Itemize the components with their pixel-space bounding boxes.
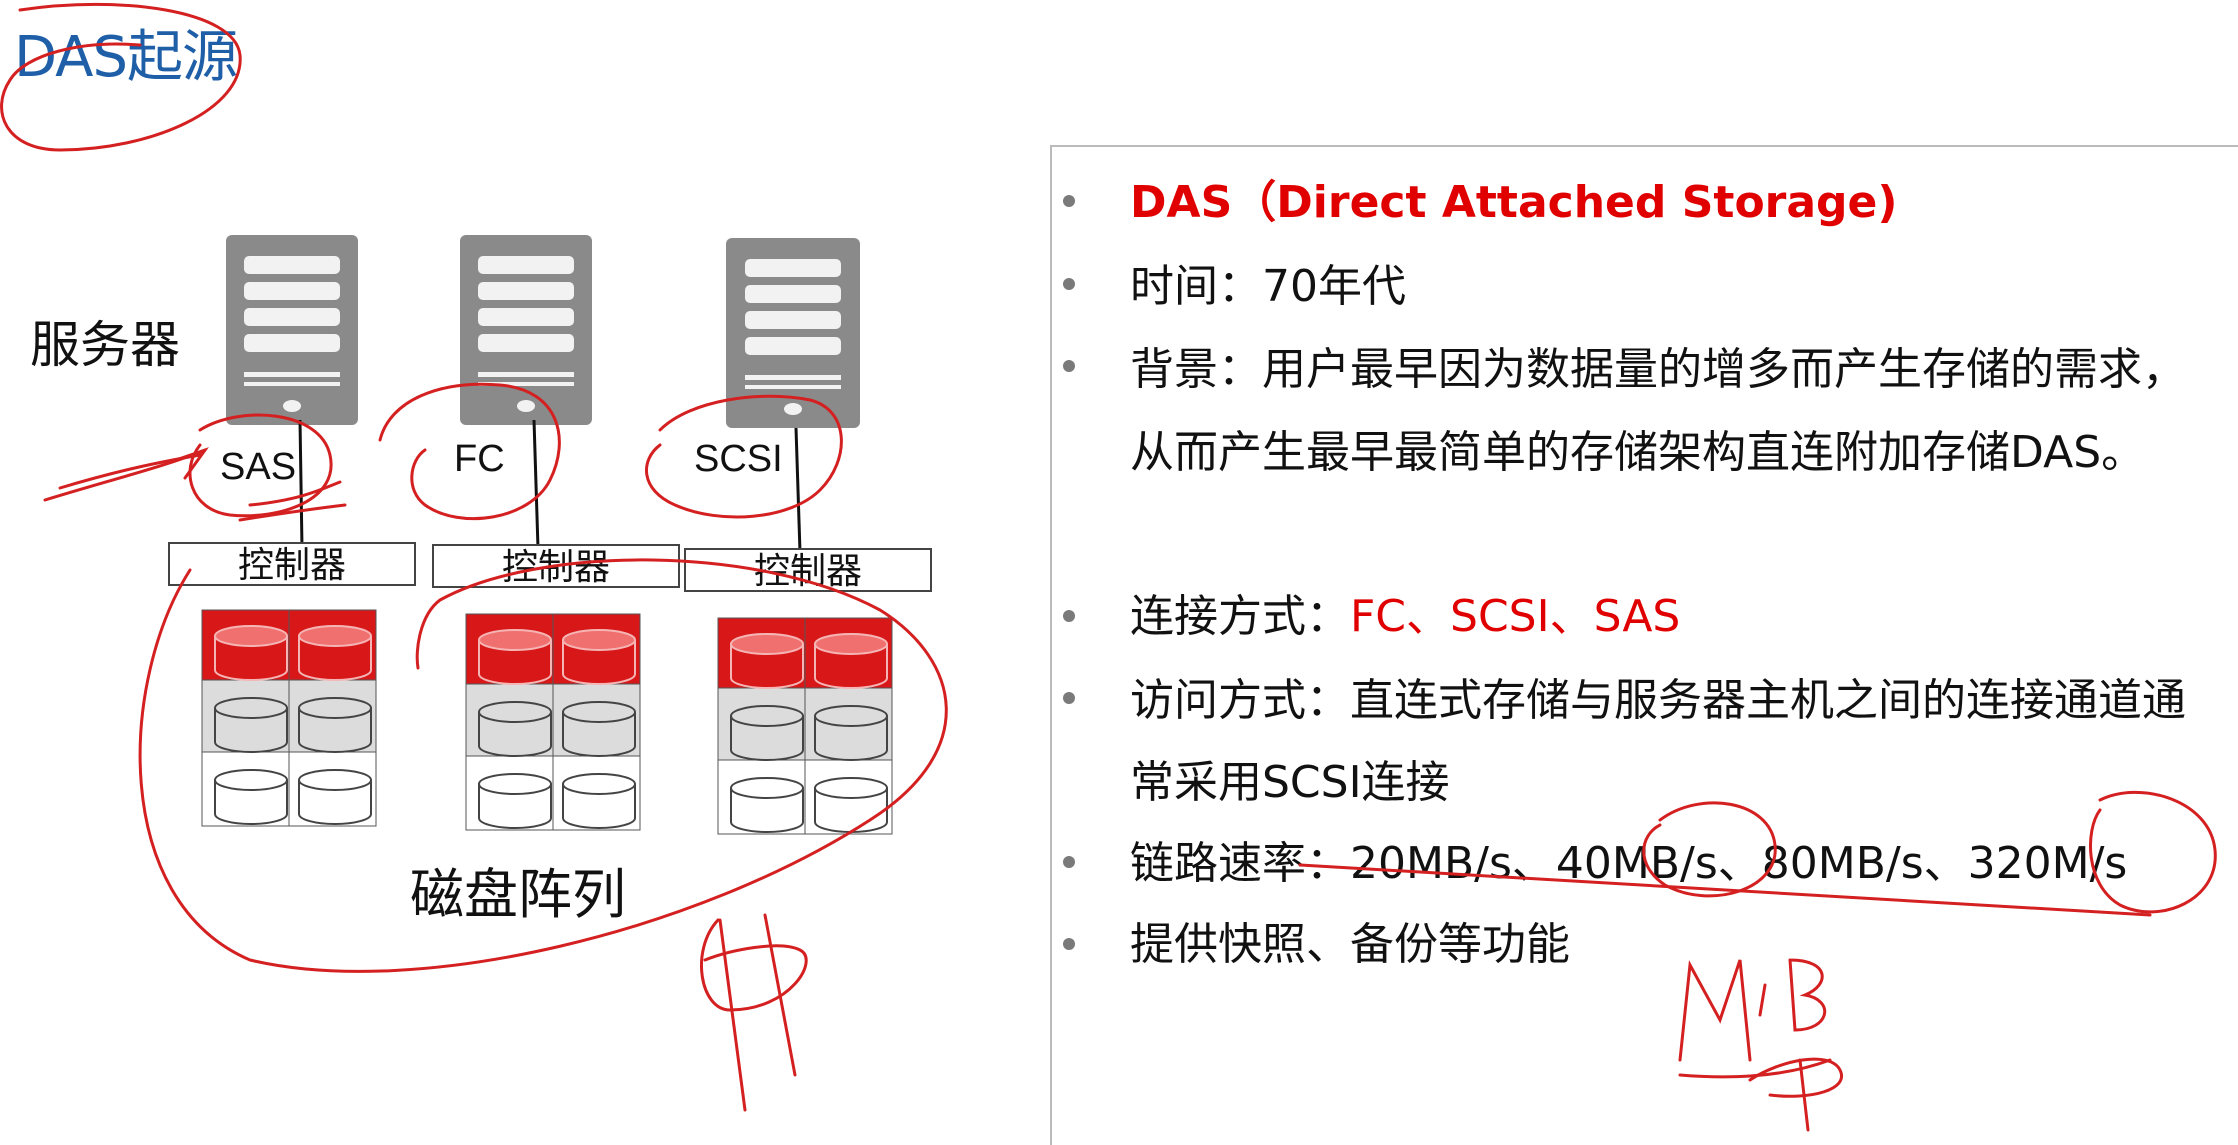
handwritten-annotations <box>0 2 2217 1132</box>
